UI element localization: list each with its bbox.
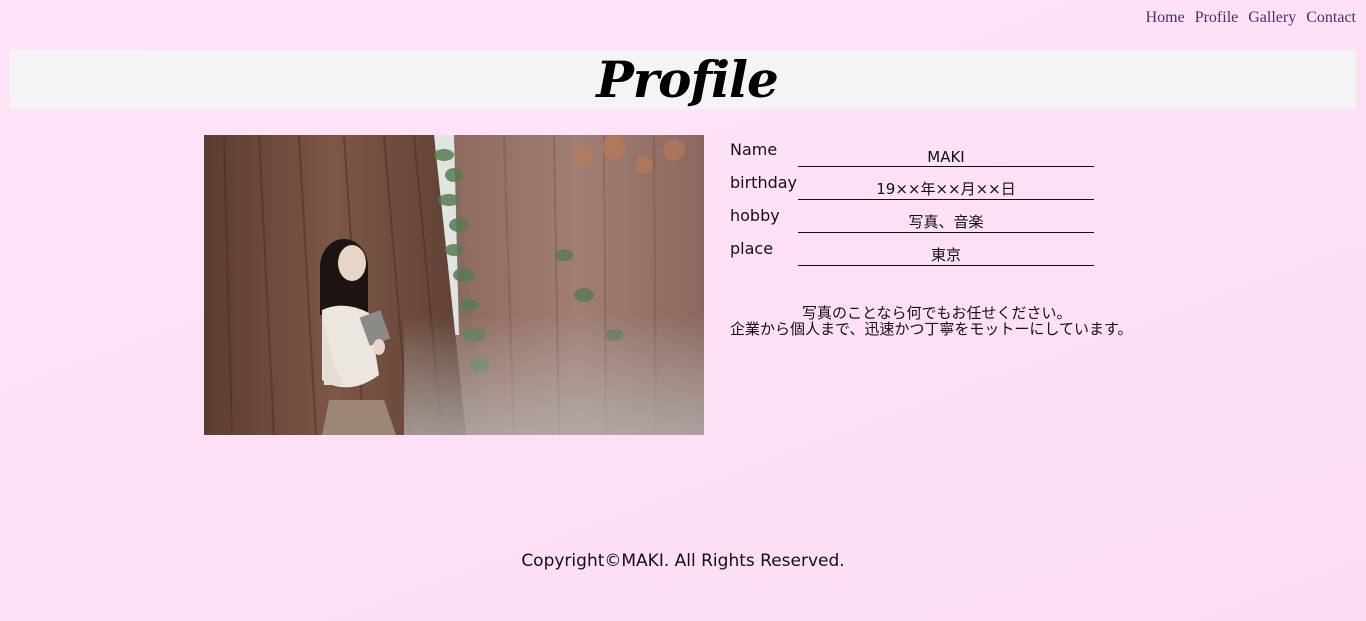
title-band: Profile: [10, 50, 1356, 109]
nav-link-contact[interactable]: Contact: [1306, 9, 1356, 27]
value-birthday: 19××年××月××日: [798, 167, 1094, 200]
nav-link-home[interactable]: Home: [1146, 9, 1185, 27]
profile-photo: [204, 135, 704, 435]
label-hobby: hobby: [730, 206, 780, 225]
profile-description: 写真のことなら何でもお任せください。 企業から個人まで、迅速かつ丁寧をモットーに…: [730, 305, 1132, 337]
top-nav: Home Profile Gallery Contact: [1146, 9, 1356, 27]
footer-copyright: Copyright©MAKI. All Rights Reserved.: [521, 551, 845, 571]
nav-link-gallery[interactable]: Gallery: [1248, 9, 1296, 27]
label-name: Name: [730, 140, 778, 159]
value-place: 東京: [798, 233, 1094, 266]
profile-labels: Name birthday hobby place: [730, 133, 797, 265]
profile-values: MAKI 19××年××月××日 写真、音楽 東京: [798, 135, 1094, 266]
label-place: place: [730, 239, 774, 258]
nav-link-profile[interactable]: Profile: [1195, 9, 1239, 27]
label-birthday: birthday: [730, 173, 798, 192]
value-hobby: 写真、音楽: [798, 200, 1094, 233]
page-title: Profile: [596, 49, 779, 109]
description-line-1: 写真のことなら何でもお任せください。: [802, 304, 1072, 322]
description-line-2: 企業から個人まで、迅速かつ丁寧をモットーにしています。: [730, 320, 1133, 338]
value-name: MAKI: [798, 135, 1094, 167]
